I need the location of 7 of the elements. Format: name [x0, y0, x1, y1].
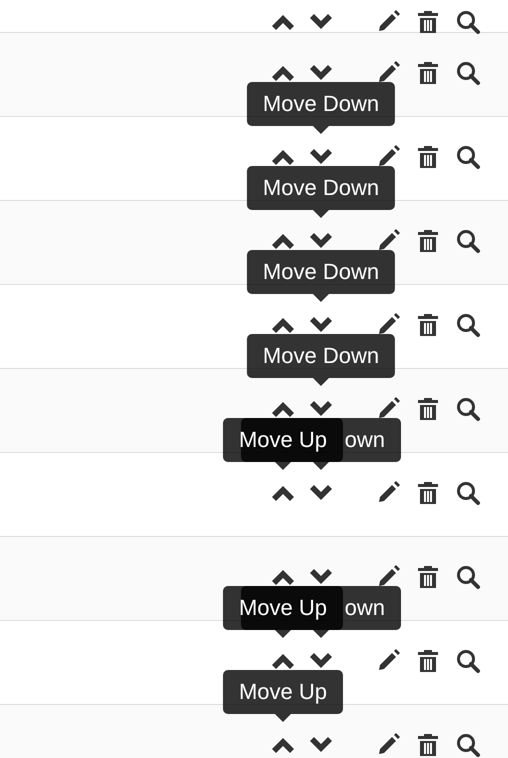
tooltip: Move Down — [246, 334, 396, 386]
tooltip: Move Down — [246, 250, 396, 302]
tooltip: Move Up — [222, 418, 344, 470]
tooltip: Move Down — [246, 82, 396, 134]
tooltip: Move Down — [246, 166, 396, 218]
tooltip: Move Up — [222, 670, 344, 722]
tooltip: Move Up — [222, 586, 344, 638]
